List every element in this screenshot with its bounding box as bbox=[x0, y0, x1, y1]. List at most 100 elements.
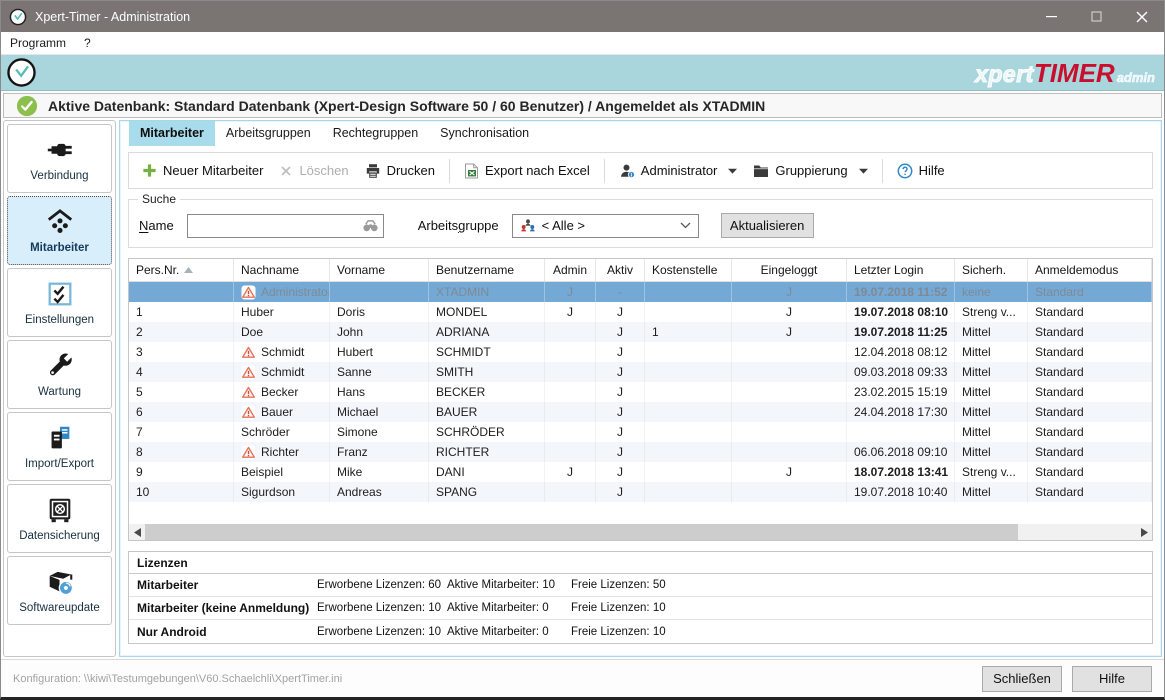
clock-logo-icon bbox=[6, 57, 37, 88]
plug-icon bbox=[45, 135, 75, 165]
cell-eingeloggt: J bbox=[732, 282, 847, 302]
tab-synchronisation[interactable]: Synchronisation bbox=[429, 121, 540, 146]
team-icon bbox=[45, 207, 75, 237]
column-header-label: Sicherh. bbox=[962, 263, 1006, 277]
table-row[interactable]: 6BauerMichaelBAUERJ24.04.2018 17:30Mitte… bbox=[129, 402, 1152, 422]
cell-kostenstelle bbox=[645, 302, 732, 322]
gruppierung-button[interactable]: Gruppierung bbox=[748, 160, 872, 181]
menu-help[interactable]: ? bbox=[75, 32, 100, 54]
neuer-mitarbeiter-button[interactable]: Neuer Mitarbeiter bbox=[137, 160, 268, 181]
workgroup-icon bbox=[520, 218, 536, 233]
cell-text: Mittel bbox=[962, 345, 991, 359]
toolbar-button-label: Löschen bbox=[299, 163, 348, 178]
close-button[interactable] bbox=[1119, 1, 1164, 32]
cell-text: SCHMIDT bbox=[436, 345, 491, 359]
cell-text: Franz bbox=[337, 445, 368, 459]
cell-admin bbox=[545, 322, 596, 342]
sidebar-item-import-export[interactable]: Import/Export bbox=[7, 412, 112, 481]
sidebar-item-mitarbeiter[interactable]: Mitarbeiter bbox=[7, 196, 112, 265]
cell-nachname: Schröder bbox=[234, 422, 330, 442]
chevron-down-icon bbox=[680, 222, 691, 229]
table-row[interactable]: 3SchmidtHubertSCHMIDTJ12.04.2018 08:12Mi… bbox=[129, 342, 1152, 362]
table-row[interactable]: 2DoeJohnADRIANAJ1J19.07.2018 11:25Mittel… bbox=[129, 322, 1152, 342]
cell-vorname: Doris bbox=[330, 302, 429, 322]
scroll-left-arrow-icon[interactable] bbox=[129, 524, 145, 540]
cell-admin: J bbox=[545, 282, 596, 302]
export-nach-excel-button[interactable]: Export nach Excel bbox=[459, 160, 595, 182]
table-row[interactable]: 8RichterFranzRICHTERJ06.06.2018 09:10Mit… bbox=[129, 442, 1152, 462]
cell-aktiv: J bbox=[596, 422, 645, 442]
sidebar-item-einstellungen[interactable]: Einstellungen bbox=[7, 268, 112, 337]
scroll-right-arrow-icon[interactable] bbox=[1136, 524, 1152, 540]
arbeitsgruppe-value: < Alle > bbox=[542, 218, 585, 233]
column-header-anmeldemodus[interactable]: Anmeldemodus bbox=[1028, 259, 1152, 281]
sidebar-item-label: Mitarbeiter bbox=[30, 242, 89, 254]
l-schen-button[interactable]: Löschen bbox=[274, 160, 353, 181]
column-header-admin[interactable]: Admin bbox=[545, 259, 596, 281]
cell-text: - bbox=[618, 285, 622, 299]
tab-rechtegruppen[interactable]: Rechtegruppen bbox=[322, 121, 429, 146]
sidebar-item-datensicherung[interactable]: Datensicherung bbox=[7, 484, 112, 553]
name-input-box bbox=[187, 214, 384, 238]
table-row[interactable]: 9BeispielMikeDANIJJJ18.07.2018 13:41Stre… bbox=[129, 462, 1152, 482]
column-header-sicherh[interactable]: Sicherh. bbox=[955, 259, 1028, 281]
administrator-button[interactable]: Administrator bbox=[614, 160, 743, 182]
minimize-button[interactable] bbox=[1029, 1, 1074, 32]
menu-programm[interactable]: Programm bbox=[1, 32, 75, 54]
cell-anmeldemodus: Standard bbox=[1028, 402, 1152, 422]
maximize-button[interactable] bbox=[1074, 1, 1119, 32]
content-panel: MitarbeiterArbeitsgruppenRechtegruppenSy… bbox=[119, 120, 1162, 657]
column-header-kostenstelle[interactable]: Kostenstelle bbox=[645, 259, 732, 281]
cell-aktiv: J bbox=[596, 382, 645, 402]
cell-text: BAUER bbox=[436, 405, 477, 419]
scrollbar-thumb[interactable] bbox=[145, 524, 1018, 540]
table-row[interactable]: 10SigurdsonAndreasSPANGJ19.07.2018 10:40… bbox=[129, 482, 1152, 502]
cell-text: Simone bbox=[337, 425, 378, 439]
cell-text: J bbox=[617, 485, 623, 499]
column-header-vorname[interactable]: Vorname bbox=[330, 259, 429, 281]
table-row[interactable]: 1HuberDorisMONDELJJJ19.07.2018 08:10Stre… bbox=[129, 302, 1152, 322]
sidebar-item-verbindung[interactable]: Verbindung bbox=[7, 124, 112, 193]
tab-arbeitsgruppen[interactable]: Arbeitsgruppen bbox=[215, 121, 322, 146]
column-header-letzter_login[interactable]: Letzter Login bbox=[847, 259, 955, 281]
arbeitsgruppe-select[interactable]: < Alle > bbox=[512, 214, 699, 238]
cell-nachname: Huber bbox=[234, 302, 330, 322]
sidebar-item-softwareupdate[interactable]: Softwareupdate bbox=[7, 556, 112, 625]
cell-text: Streng v... bbox=[962, 465, 1016, 479]
cell-text: XTADMIN bbox=[436, 285, 489, 299]
cell-nachname: Schmidt bbox=[234, 342, 330, 362]
wrench-icon bbox=[45, 351, 75, 381]
cell-text: J bbox=[786, 305, 792, 319]
search-legend: Suche bbox=[138, 192, 180, 206]
horizontal-scrollbar[interactable] bbox=[129, 524, 1152, 540]
cell-text: RICHTER bbox=[436, 445, 489, 459]
sidebar-item-label: Wartung bbox=[38, 386, 81, 398]
column-header-label: Kostenstelle bbox=[652, 263, 717, 277]
table-row[interactable]: AdministratorXTADMINJ-J19.07.2018 11:52k… bbox=[129, 282, 1152, 302]
cell-text: J bbox=[786, 465, 792, 479]
drucken-button[interactable]: Drucken bbox=[360, 160, 440, 182]
cell-benutzername: SCHRÖDER bbox=[429, 422, 545, 442]
hilfe-button[interactable]: Hilfe bbox=[892, 160, 950, 182]
schliessen-button[interactable]: Schließen bbox=[982, 666, 1062, 692]
cell-text: Standard bbox=[1035, 385, 1084, 399]
name-input[interactable] bbox=[188, 215, 362, 237]
column-header-nachname[interactable]: Nachname bbox=[234, 259, 330, 281]
cell-text: 6 bbox=[136, 405, 143, 419]
tab-mitarbeiter[interactable]: Mitarbeiter bbox=[129, 121, 215, 146]
software-update-icon bbox=[45, 567, 75, 597]
sidebar-item-wartung[interactable]: Wartung bbox=[7, 340, 112, 409]
main-area: Verbindung Mitarbeiter Einstellungen Wartun… bbox=[1, 118, 1164, 659]
table-row[interactable]: 7SchröderSimoneSCHRÖDERJMittelStandard bbox=[129, 422, 1152, 442]
table-row[interactable]: 5BeckerHansBECKERJ23.02.2015 15:19Mittel… bbox=[129, 382, 1152, 402]
column-header-label: Eingeloggt bbox=[761, 263, 818, 277]
table-row[interactable]: 4SchmidtSanneSMITHJ09.03.2018 09:33Mitte… bbox=[129, 362, 1152, 382]
column-header-persnr[interactable]: Pers.Nr. bbox=[129, 259, 234, 281]
column-header-benutzername[interactable]: Benutzername bbox=[429, 259, 545, 281]
ok-check-icon bbox=[16, 95, 38, 117]
column-header-eingeloggt[interactable]: Eingeloggt bbox=[732, 259, 847, 281]
hilfe-button[interactable]: Hilfe bbox=[1072, 666, 1152, 692]
column-header-aktiv[interactable]: Aktiv bbox=[596, 259, 645, 281]
aktualisieren-button[interactable]: Aktualisieren bbox=[721, 213, 814, 238]
help-icon bbox=[897, 163, 913, 179]
